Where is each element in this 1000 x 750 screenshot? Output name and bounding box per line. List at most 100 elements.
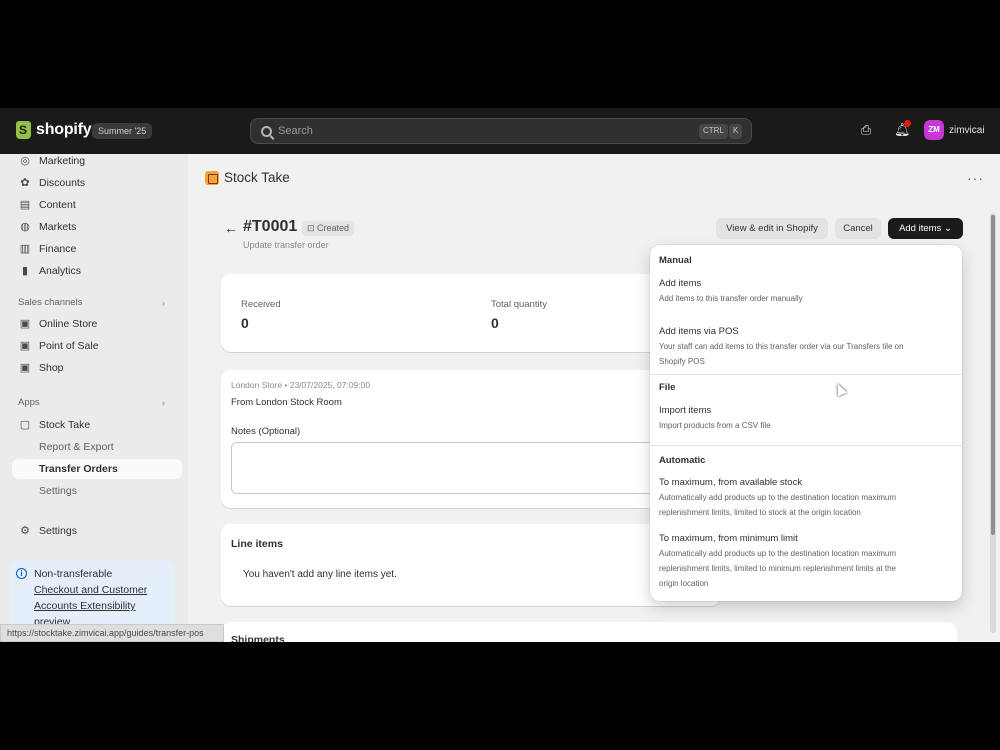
shipments-title: Shipments — [231, 634, 285, 642]
sidebar-item-shop[interactable]: ▣ Shop — [12, 358, 182, 378]
link-status-bar: https://stocktake.zimvicai.app/guides/tr… — [0, 624, 224, 642]
sidebar-item-label: Marketing — [39, 155, 86, 167]
sidebar-item-label: Analytics — [39, 265, 82, 277]
chevron-right-icon[interactable]: › — [162, 398, 165, 408]
sidebar-item-label: Content — [39, 199, 76, 211]
sidebar-item-transfer-orders[interactable]: Transfer Orders — [12, 459, 182, 479]
page-subtitle: Update transfer order — [243, 240, 329, 250]
menu-item-title: Add items via POS — [659, 326, 739, 337]
menu-item-title: To maximum, from available stock — [659, 477, 803, 488]
notice-link[interactable]: Checkout and Customer — [34, 582, 170, 598]
chart-icon: ▮ — [21, 265, 29, 277]
shop-icon: ▣ — [19, 362, 31, 374]
back-arrow-icon[interactable]: ← — [224, 220, 238, 236]
more-actions-icon[interactable]: ··· — [967, 170, 984, 186]
notice-text: Non-transferable Checkout and Customer A… — [34, 566, 170, 630]
logo-text: shopify — [36, 121, 92, 138]
stock-take-app-icon — [205, 170, 219, 185]
desc-line: replenishment limits, limited to stock a… — [659, 508, 861, 517]
globe-icon: ◍ — [20, 221, 30, 233]
target-icon: ◎ — [20, 155, 30, 167]
app-title-text: Stock Take — [224, 170, 290, 185]
transfer-details-card: London Store • 23/07/2025, 07:09:00 From… — [221, 370, 721, 508]
desc-line: Your staff can add items to this transfe… — [659, 342, 904, 351]
menu-item-description: Import products from a CSV file — [659, 421, 771, 430]
sidebar-item-marketing[interactable]: ◎ Marketing — [12, 151, 182, 171]
search-icon — [261, 125, 272, 137]
menu-item-add-items[interactable]: Add items Add items to this transfer ord… — [659, 278, 955, 306]
transfer-meta: London Store • 23/07/2025, 07:09:00 — [231, 380, 371, 390]
view-edit-shopify-button[interactable]: View & edit in Shopify — [716, 218, 828, 239]
menu-item-max-from-minimum[interactable]: To maximum, from minimum limit Automatic… — [659, 533, 955, 591]
total-quantity-value: 0 — [491, 315, 499, 331]
menu-divider — [650, 445, 962, 446]
sidebar-item-markets[interactable]: ◍ Markets — [12, 217, 182, 237]
menu-item-import-items[interactable]: Import items Import products from a CSV … — [659, 405, 955, 433]
sidebar-item-point-of-sale[interactable]: ▣ Point of Sale — [12, 336, 182, 356]
sidebar-item-label: Discounts — [39, 177, 86, 189]
search-placeholder: Search — [278, 125, 313, 137]
menu-divider — [650, 374, 962, 375]
sidebar-item-label: Stock Take — [39, 419, 91, 431]
desc-line: Automatically add products up to the des… — [659, 493, 897, 502]
menu-section-manual: Manual — [659, 255, 692, 266]
sidebar-item-settings[interactable]: ⚙ Settings — [12, 521, 182, 541]
notice-link[interactable]: Accounts Extensibility — [34, 598, 170, 614]
menu-item-description: Add items to this transfer order manuall… — [659, 294, 803, 303]
menu-item-description: Your staff can add items to this transfe… — [659, 339, 955, 369]
store-icon: ▣ — [19, 318, 31, 330]
total-quantity-label: Total quantity — [491, 299, 547, 310]
info-icon: i — [16, 568, 27, 579]
sidebar-item-analytics[interactable]: ▮ Analytics — [12, 261, 182, 281]
shopify-logo[interactable]: shopify — [16, 121, 92, 139]
sidebar-item-content[interactable]: ▤ Content — [12, 195, 182, 215]
bank-icon: ▥ — [19, 243, 31, 255]
bell-icon[interactable]: 🔔︎ — [894, 120, 911, 137]
content-icon: ▤ — [19, 199, 31, 211]
discount-icon: ✿ — [20, 177, 30, 189]
sidebar-item-label: Settings — [39, 525, 77, 537]
desc-line: Shopify POS — [659, 357, 705, 366]
sidebar-item-discounts[interactable]: ✿ Discounts — [12, 173, 182, 193]
menu-item-title: Add items — [659, 278, 702, 289]
sidebar-item-label: Transfer Orders — [39, 463, 118, 475]
sidebar-item-stock-take[interactable]: ▢ Stock Take — [12, 415, 182, 435]
notes-label: Notes (Optional) — [231, 426, 301, 437]
notification-dot — [904, 120, 911, 127]
sidebar-item-label: Online Store — [39, 318, 98, 330]
add-items-menu: Manual Add items Add items to this trans… — [650, 245, 962, 601]
sidebar-item-label: Markets — [39, 221, 77, 233]
sidebar-item-label: Settings — [39, 485, 77, 497]
cancel-button[interactable]: Cancel — [835, 218, 881, 239]
search-input[interactable]: Search CTRL K — [250, 118, 752, 144]
sidebar-item-report-export[interactable]: Report & Export — [12, 437, 182, 457]
menu-item-add-via-pos[interactable]: Add items via POS Your staff can add ite… — [659, 326, 955, 369]
sales-channels-heading[interactable]: Sales channels — [18, 297, 82, 308]
edition-badge[interactable]: Summer '25 — [92, 123, 153, 139]
received-label: Received — [241, 299, 281, 310]
add-items-button[interactable]: Add items ⌄ — [888, 218, 963, 239]
app-title: Stock Take — [205, 170, 290, 185]
menu-item-title: To maximum, from minimum limit — [659, 533, 798, 544]
kbd-k: K — [729, 124, 743, 139]
add-items-label: Add items — [899, 223, 942, 234]
menu-section-file: File — [659, 382, 676, 393]
browser-viewport: shopify Summer '25 Search CTRL K ⎙ 🔔︎ ZM… — [0, 108, 1000, 642]
admin-topbar: shopify Summer '25 Search CTRL K ⎙ 🔔︎ ZM… — [0, 108, 1000, 154]
desc-line: Automatically add products up to the des… — [659, 549, 897, 558]
notes-input[interactable] — [231, 442, 671, 494]
line-items-title: Line items — [231, 538, 283, 550]
apps-heading[interactable]: Apps — [18, 397, 40, 408]
sidebar: ◎ Marketing ✿ Discounts ▤ Content ◍ Markets … — [0, 154, 188, 642]
chevron-right-icon[interactable]: › — [162, 298, 165, 308]
avatar[interactable]: ZM — [924, 120, 944, 140]
sidebar-item-finance[interactable]: ▥ Finance — [12, 239, 182, 259]
sidebar-item-app-settings[interactable]: Settings — [12, 481, 182, 501]
scrollbar-thumb[interactable] — [991, 215, 995, 535]
sidebar-item-online-store[interactable]: ▣ Online Store — [12, 314, 182, 334]
menu-item-max-from-available[interactable]: To maximum, from available stock Automat… — [659, 477, 955, 520]
shipments-card: Shipments — [221, 622, 957, 642]
menu-item-description: Automatically add products up to the des… — [659, 490, 955, 520]
pos-terminal-icon[interactable]: ⎙ — [859, 123, 873, 137]
store-name[interactable]: zimvicai — [949, 125, 985, 136]
